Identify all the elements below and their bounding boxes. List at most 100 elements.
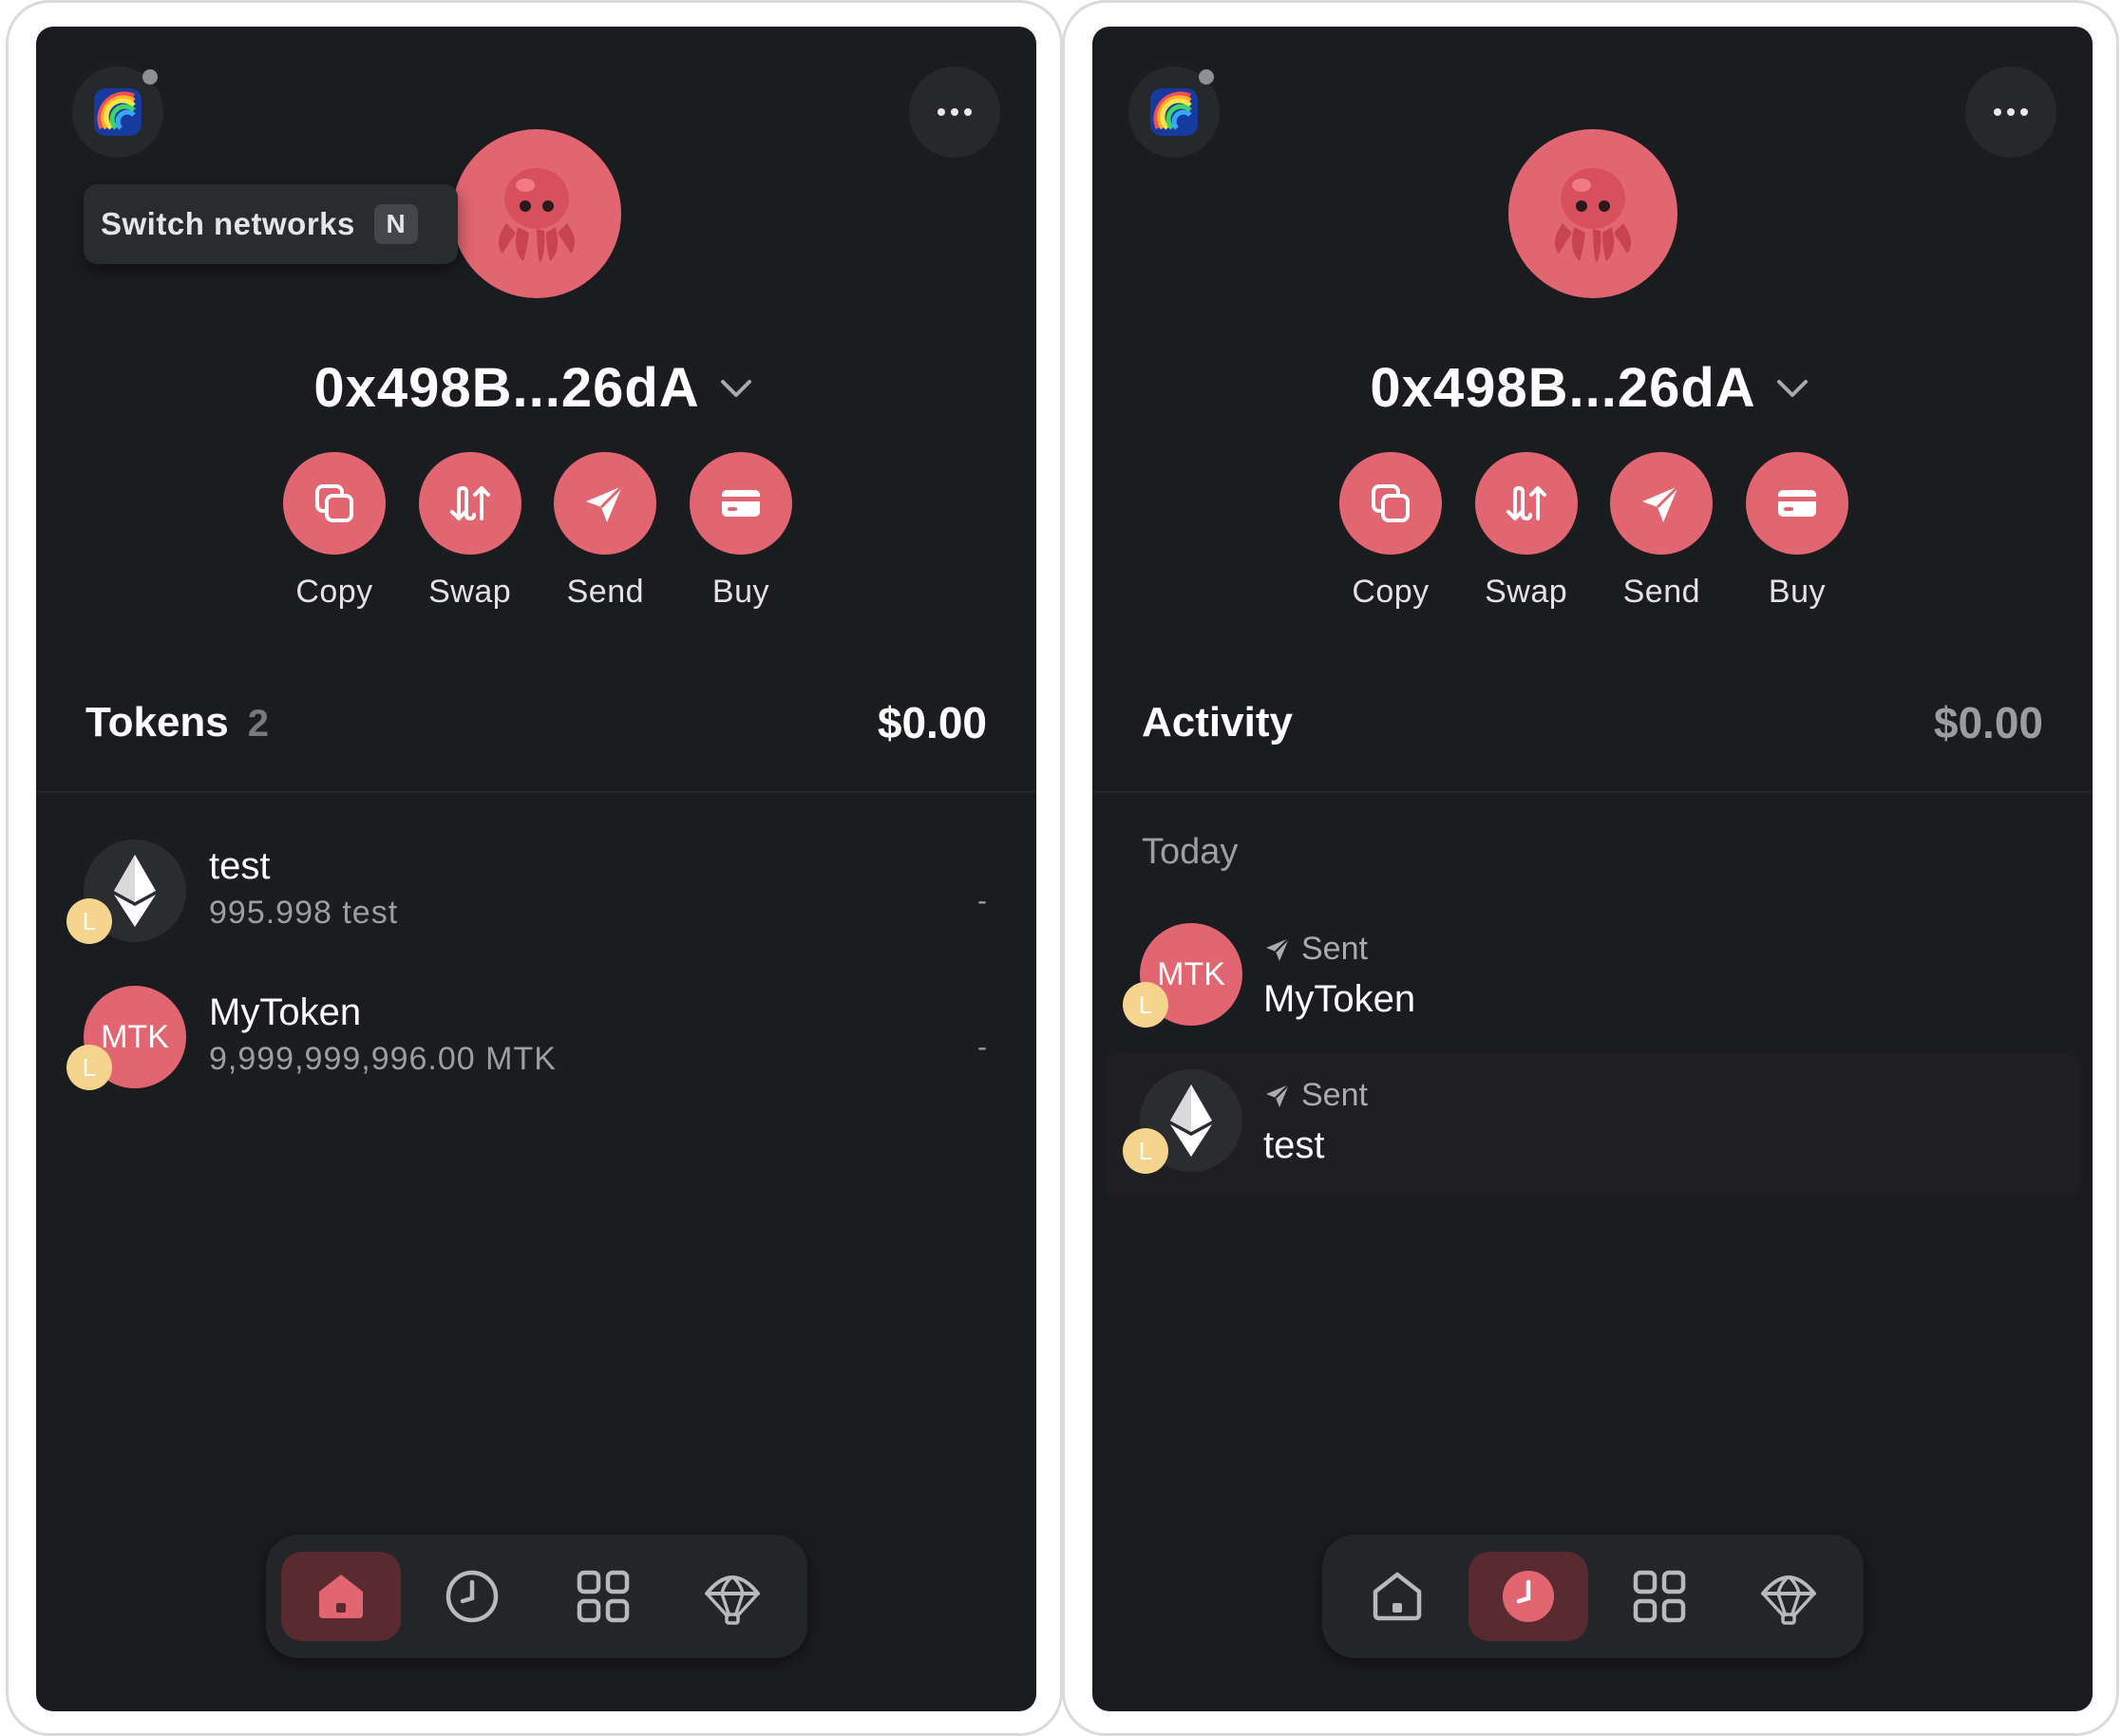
token-row[interactable]: MTK L MyToken 9,999,999,996.00 MTK - (36, 986, 1036, 1100)
bottom-navigation (1322, 1535, 1864, 1658)
activity-type-label: Sent (1301, 1077, 1368, 1113)
action-buttons: Copy Swap Send Buy (281, 452, 794, 623)
portfolio-total: $0.00 (877, 698, 987, 747)
clock-icon (1503, 1571, 1554, 1622)
copy-label: Copy (1352, 574, 1430, 610)
chain-badge: L (1123, 1128, 1168, 1174)
chevron-down-icon (720, 380, 751, 397)
activity-item[interactable]: L Sent test (1106, 1054, 2079, 1197)
copy-label: Copy (295, 574, 373, 610)
copy-button[interactable]: Copy (1337, 452, 1444, 623)
copy-icon (315, 484, 353, 522)
swap-label: Swap (428, 574, 512, 610)
send-icon (1642, 484, 1680, 522)
swap-button-circle[interactable] (1474, 452, 1578, 555)
account-address-selector[interactable]: 0x498B...26dA (1092, 349, 2093, 425)
more-dot-icon (2020, 108, 2028, 116)
activity-token: MyToken (1263, 978, 1416, 1020)
swap-icon (1506, 485, 1546, 521)
ethereum-icon (1170, 1085, 1212, 1157)
ethereum-icon (114, 855, 156, 927)
rainbow-network-icon (1150, 88, 1198, 136)
copy-icon (1372, 484, 1410, 522)
buy-button[interactable]: Buy (1744, 452, 1850, 623)
grid-icon (577, 1570, 630, 1623)
buy-label: Buy (711, 574, 770, 610)
activity-type: Sent (1263, 931, 1368, 968)
more-menu-button[interactable] (909, 66, 1000, 158)
parachute-icon (1761, 1575, 1816, 1625)
send-button[interactable]: Send (552, 452, 658, 623)
token-name: test (209, 845, 271, 887)
buy-button[interactable]: Buy (688, 452, 794, 623)
grid-icon (1633, 1570, 1686, 1623)
token-value: - (977, 1031, 987, 1063)
status-dot (1199, 69, 1214, 85)
send-icon (586, 484, 624, 522)
chain-badge: L (66, 898, 112, 944)
send-icon (1266, 936, 1290, 961)
octopus-emoji-icon (1554, 168, 1632, 263)
send-label: Send (1622, 574, 1701, 610)
token-balance: 9,999,999,996.00 MTK (209, 1041, 557, 1077)
tooltip-text: Switch networks (101, 206, 355, 241)
action-buttons: Copy Swap Send Buy (1337, 452, 1850, 623)
portfolio-total: $0.00 (1933, 698, 2043, 747)
activity-section-header: Activity $0.00 (1092, 682, 2093, 764)
more-dot-icon (951, 108, 958, 116)
copy-button-circle[interactable] (1339, 452, 1442, 555)
send-button-circle[interactable] (1610, 452, 1714, 555)
swap-icon (449, 485, 490, 521)
chain-badge: L (66, 1045, 112, 1090)
wallet-panel-tokens: Switch networks N 0x498B...26dA Copy Swa… (36, 27, 1036, 1711)
nav-points[interactable] (1729, 1552, 1848, 1641)
more-dot-icon (938, 108, 945, 116)
nav-home[interactable] (281, 1552, 401, 1641)
keyboard-shortcut-badge: N (373, 204, 418, 244)
account-address: 0x498B...26dA (1370, 356, 1756, 419)
activity-item[interactable]: MTK L Sent MyToken (1092, 923, 2093, 1066)
account-address: 0x498B...26dA (313, 356, 700, 419)
account-address-selector[interactable]: 0x498B...26dA (36, 349, 1036, 425)
send-icon (1266, 1083, 1290, 1107)
nav-apps[interactable] (543, 1552, 663, 1641)
swap-button[interactable]: Swap (1473, 452, 1580, 623)
clock-icon (445, 1570, 499, 1623)
copy-button-circle[interactable] (283, 452, 386, 555)
octopus-emoji-icon (498, 168, 576, 263)
bottom-navigation (266, 1535, 807, 1658)
nav-apps[interactable] (1600, 1552, 1719, 1641)
send-label: Send (566, 574, 645, 610)
swap-button[interactable]: Swap (417, 452, 523, 623)
send-button[interactable]: Send (1608, 452, 1715, 623)
token-row[interactable]: L test 995.998 test - (36, 840, 1036, 953)
section-title: Activity (1142, 699, 1293, 745)
nav-home[interactable] (1337, 1552, 1457, 1641)
divider (36, 791, 1036, 793)
nav-activity[interactable] (412, 1552, 532, 1641)
buy-button-circle[interactable] (689, 452, 792, 555)
chain-badge: L (1123, 982, 1168, 1028)
activity-type-label: Sent (1301, 931, 1368, 967)
chevron-down-icon (1776, 380, 1808, 397)
buy-button-circle[interactable] (1745, 452, 1848, 555)
send-button-circle[interactable] (554, 452, 657, 555)
account-avatar[interactable] (1508, 129, 1677, 298)
home-icon (1373, 1572, 1422, 1621)
nav-points[interactable] (673, 1552, 792, 1641)
copy-button[interactable]: Copy (281, 452, 388, 623)
more-dot-icon (1994, 108, 2001, 116)
token-balance: 995.998 test (209, 895, 399, 931)
swap-button-circle[interactable] (418, 452, 521, 555)
buy-label: Buy (1768, 574, 1827, 610)
card-icon (1777, 490, 1816, 517)
nav-activity[interactable] (1468, 1552, 1588, 1641)
swap-label: Swap (1485, 574, 1568, 610)
status-dot (142, 69, 158, 85)
token-value: - (977, 885, 987, 916)
wallet-panel-activity: 0x498B...26dA Copy Swap Send Buy Activit… (1092, 27, 2093, 1711)
card-icon (721, 490, 760, 517)
rainbow-network-icon (94, 88, 142, 136)
more-menu-button[interactable] (1965, 66, 2056, 158)
account-avatar[interactable] (452, 129, 621, 298)
